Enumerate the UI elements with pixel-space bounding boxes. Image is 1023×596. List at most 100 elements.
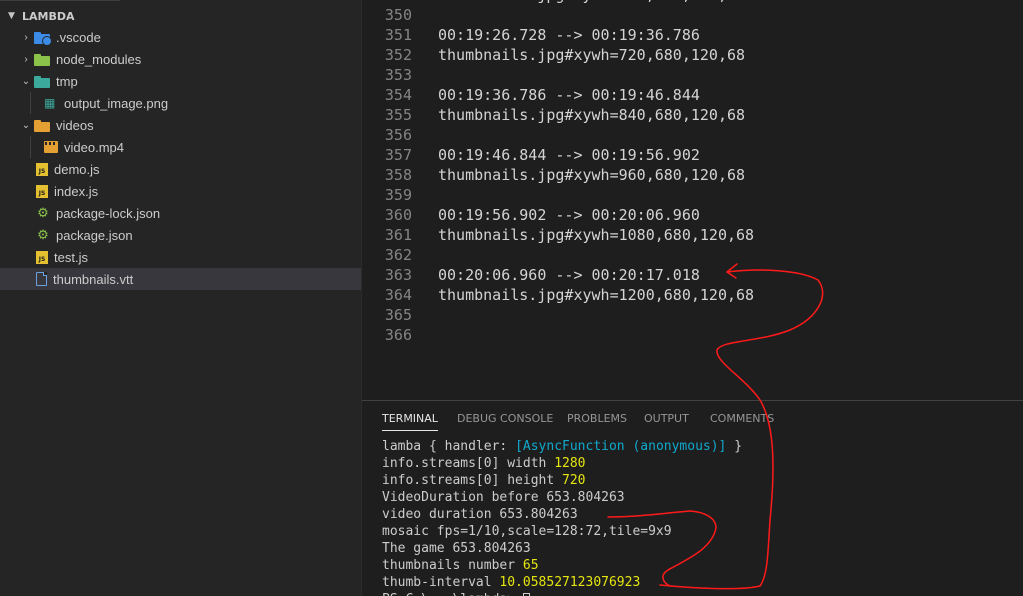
tree-item-label: index.js — [54, 183, 99, 199]
number-value: 720 — [562, 473, 586, 488]
image-file-icon: ▦ — [44, 96, 56, 110]
tree-item-label: tmp — [56, 73, 78, 89]
tree-file-item[interactable]: JS index.js — [0, 180, 361, 202]
editor-line[interactable]: 351 00:19:26.728 --> 00:19:36.786 — [362, 25, 1023, 45]
terminal-line: thumbnails number 65 — [382, 557, 539, 574]
chevron-down-icon: ⌄ — [21, 119, 31, 131]
terminal-text: VideoDuration before 653.804263 — [382, 490, 625, 505]
editor-line[interactable]: 366 — [362, 325, 1023, 345]
explorer-section-header[interactable]: ▼ LAMBDA — [0, 5, 361, 27]
tree-file-item[interactable]: thumbnails.vtt — [0, 268, 361, 290]
tree-item-label: demo.js — [54, 161, 100, 177]
tree-item-label: output_image.png — [64, 95, 169, 111]
tree-file-item[interactable]: ⚙ package-lock.json — [0, 202, 361, 224]
line-text: thumbnails.jpg#xywh=1200,680,120,68 — [438, 286, 755, 304]
terminal-line: thumb-interval 10.058527123076923 — [382, 574, 640, 591]
editor-line[interactable]: 354 00:19:36.786 --> 00:19:46.844 — [362, 85, 1023, 105]
vtt-file-icon — [36, 272, 47, 286]
tree-item-label: package-lock.json — [56, 205, 161, 221]
line-number: 359 — [384, 186, 412, 204]
tree-file-item[interactable]: video.mp4 — [0, 136, 361, 158]
line-number: 353 — [384, 66, 412, 84]
tree-item-label: test.js — [54, 249, 88, 265]
chevron-right-icon: › — [24, 53, 28, 65]
terminal-text: PS C:\...\lambda> — [382, 592, 523, 596]
editor-line[interactable]: 353 — [362, 65, 1023, 85]
tree-file-item[interactable]: JS demo.js — [0, 158, 361, 180]
code-editor[interactable]: 349thumbnails.jpg#xywh=600,680,120,68350… — [362, 0, 1023, 400]
chevron-down-icon: ▼ — [8, 11, 15, 21]
line-text: 00:19:36.786 --> 00:19:46.844 — [438, 86, 700, 104]
terminal-line: video duration 653.804263 — [382, 506, 578, 523]
tree-file-item[interactable]: ⚙ package.json — [0, 224, 361, 246]
editor-line[interactable]: 361 thumbnails.jpg#xywh=1080,680,120,68 — [362, 225, 1023, 245]
tree-file-item[interactable]: ▦ output_image.png — [0, 92, 361, 114]
terminal-line: The game 653.804263 — [382, 540, 531, 557]
line-number: 351 — [384, 26, 412, 44]
tab-comments[interactable]: COMMENTS — [710, 401, 774, 437]
line-number: 364 — [384, 286, 412, 304]
terminal-line: mosaic fps=1/10,scale=128:72,tile=9x9 — [382, 523, 672, 540]
editor-line[interactable]: 350 — [362, 5, 1023, 25]
json-file-icon: ⚙ — [37, 205, 49, 220]
file-tree: › .vscode › node_modules ⌄ tmp ▦ output_image.p… — [0, 26, 361, 290]
chevron-right-icon: › — [24, 31, 28, 43]
line-number: 357 — [384, 146, 412, 164]
line-number: 361 — [384, 226, 412, 244]
terminal-line: info.streams[0] width 1280 — [382, 455, 586, 472]
function-value: [AsyncFunction (anonymous)] — [515, 439, 727, 454]
tree-item-label: .vscode — [56, 29, 101, 45]
editor-line[interactable]: 363 00:20:06.960 --> 00:20:17.018 — [362, 265, 1023, 285]
videos-folder-icon — [34, 119, 50, 132]
editor-line[interactable]: 359 — [362, 185, 1023, 205]
js-file-icon: JS — [36, 162, 48, 176]
editor-line[interactable]: 352 thumbnails.jpg#xywh=720,680,120,68 — [362, 45, 1023, 65]
indent-guide — [30, 92, 31, 114]
tree-folder-node-modules[interactable]: › node_modules — [0, 48, 361, 70]
editor-line[interactable]: 360 00:19:56.902 --> 00:20:06.960 — [362, 205, 1023, 225]
line-text: 00:20:06.960 --> 00:20:17.018 — [438, 266, 700, 284]
terminal-text: The game 653.804263 — [382, 541, 531, 556]
tree-item-label: thumbnails.vtt — [53, 271, 134, 287]
line-number: 354 — [384, 86, 412, 104]
editor-line[interactable]: 356 — [362, 125, 1023, 145]
terminal-text: lamba { handler: — [382, 439, 516, 454]
node-modules-folder-icon — [34, 53, 50, 66]
json-file-icon: ⚙ — [37, 227, 49, 242]
tab-debug-console[interactable]: DEBUG CONSOLE — [457, 401, 553, 437]
terminal-text: info.streams[0] width — [382, 456, 555, 471]
number-value: 10.058527123076923 — [499, 575, 641, 590]
terminal-text: mosaic fps=1/10,scale=128:72,tile=9x9 — [382, 524, 672, 539]
bottom-panel: TERMINAL DEBUG CONSOLE PROBLEMS OUTPUT COMME… — [362, 400, 1023, 596]
number-value: 1280 — [554, 456, 586, 471]
terminal-text: info.streams[0] height — [382, 473, 563, 488]
vscode-folder-icon — [34, 31, 52, 46]
editor-line[interactable]: 365 — [362, 305, 1023, 325]
tree-file-item[interactable]: JS test.js — [0, 246, 361, 268]
tab-output[interactable]: OUTPUT — [644, 401, 689, 437]
line-text: 00:19:26.728 --> 00:19:36.786 — [438, 26, 700, 44]
terminal-text: thumbnails number — [382, 558, 523, 573]
line-number: 363 — [384, 266, 412, 284]
tab-terminal[interactable]: TERMINAL — [382, 401, 438, 437]
editor-line[interactable]: 358 thumbnails.jpg#xywh=960,680,120,68 — [362, 165, 1023, 185]
line-number: 355 — [384, 106, 412, 124]
editor-line[interactable]: 355 thumbnails.jpg#xywh=840,680,120,68 — [362, 105, 1023, 125]
editor-line[interactable]: 357 00:19:46.844 --> 00:19:56.902 — [362, 145, 1023, 165]
terminal-text: } — [726, 439, 743, 454]
tree-folder-videos[interactable]: ⌄ videos — [0, 114, 361, 136]
tree-item-label: node_modules — [56, 51, 142, 67]
tree-folder-vscode[interactable]: › .vscode — [0, 26, 361, 48]
video-file-icon — [44, 141, 58, 153]
line-text: thumbnails.jpg#xywh=960,680,120,68 — [438, 166, 746, 184]
line-number: 356 — [384, 126, 412, 144]
scroll-shadow — [0, 0, 120, 3]
line-number: 362 — [384, 246, 412, 264]
tree-folder-tmp[interactable]: ⌄ tmp — [0, 70, 361, 92]
editor-line[interactable]: 364 thumbnails.jpg#xywh=1200,680,120,68 — [362, 285, 1023, 305]
line-text: 00:19:46.844 --> 00:19:56.902 — [438, 146, 700, 164]
tab-problems[interactable]: PROBLEMS — [567, 401, 627, 437]
editor-line[interactable]: 362 — [362, 245, 1023, 265]
line-number: 358 — [384, 166, 412, 184]
js-file-icon: JS — [36, 184, 48, 198]
